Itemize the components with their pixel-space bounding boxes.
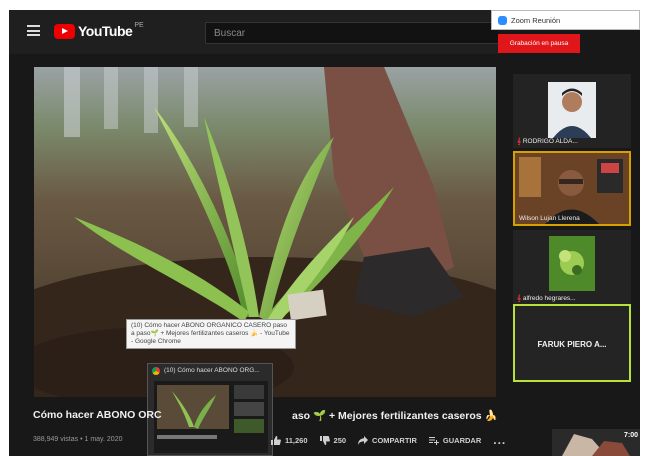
share-button[interactable]: COMPARTIR — [358, 435, 417, 445]
menu-icon[interactable] — [27, 25, 40, 36]
preview-image — [154, 381, 268, 453]
participant-video — [513, 74, 631, 148]
participant-tile-spotlight[interactable]: Wilson Lujan Llerena — [513, 151, 631, 226]
next-video-thumbnail[interactable]: 7:00 — [552, 429, 640, 456]
save-label: GUARDAR — [442, 435, 482, 445]
save-button[interactable]: GUARDAR — [428, 435, 482, 445]
video-title-left: Cómo hacer ABONO ORC — [33, 409, 162, 421]
youtube-logo-text: YouTube — [78, 23, 133, 39]
screen: YouTube PE Buscar (10) Cómo hacer ABONO … — [9, 10, 640, 456]
like-button[interactable]: 11,260 — [271, 435, 308, 445]
participant-video — [513, 230, 631, 305]
window-tooltip: (10) Cómo hacer ABONO ORGANICO CASERO pa… — [126, 319, 296, 349]
taskbar-window-preview[interactable]: (10) Cómo hacer ABONO ORG... — [147, 363, 273, 456]
search-placeholder: Buscar — [214, 28, 246, 39]
share-label: COMPARTIR — [372, 435, 417, 445]
share-icon — [358, 435, 369, 445]
zoom-window-title-bar[interactable]: Zoom Reunión — [491, 10, 640, 30]
thumbs-down-icon — [319, 435, 330, 445]
preview-title: (10) Cómo hacer ABONO ORG... — [164, 367, 260, 374]
video-title-right: aso 🌱 + Mejores fertilizantes caseros 🍌 — [292, 410, 498, 422]
participant-name: Wilson Lujan Llerena — [519, 215, 580, 222]
youtube-header: YouTube PE Buscar — [9, 10, 499, 54]
video-metadata: 388,949 vistas • 1 may. 2020 — [33, 436, 123, 443]
recording-status-badge[interactable]: Grabación en pausa — [498, 34, 580, 53]
like-count: 11,260 — [285, 435, 308, 445]
muted-mic-icon: 𝄞 — [517, 138, 521, 145]
thumbs-up-icon — [271, 435, 281, 445]
video-actions: 11,260 250 COMPARTIR GUARDAR ... — [271, 433, 506, 447]
participant-name: FARUK PIERO A... — [537, 340, 607, 349]
participant-tile-active-speaker[interactable]: FARUK PIERO A... — [513, 304, 631, 382]
youtube-play-icon — [54, 23, 75, 39]
participant-tile[interactable]: 𝄞 RODRIGO ALDA... — [513, 74, 631, 148]
dislike-count: 250 — [333, 435, 347, 445]
video-title: Cómo hacer ABONO ORC aso 🌱 + Mejores fer… — [33, 409, 498, 422]
dislike-button[interactable]: 250 — [319, 435, 347, 445]
zoom-window-title: Zoom Reunión — [511, 16, 561, 25]
participant-name: 𝄞 RODRIGO ALDA... — [517, 138, 578, 145]
participant-video — [515, 153, 629, 224]
muted-mic-icon: 𝄞 — [517, 295, 521, 302]
more-options-button[interactable]: ... — [493, 433, 506, 447]
participant-name: 𝄞 alfredo hegrares... — [517, 295, 576, 302]
youtube-country-code: PE — [134, 21, 144, 29]
playlist-add-icon — [428, 436, 439, 445]
video-duration: 7:00 — [623, 432, 638, 439]
youtube-logo[interactable]: YouTube PE — [54, 21, 144, 39]
participant-tile[interactable]: 𝄞 alfredo hegrares... — [513, 230, 631, 305]
zoom-icon — [498, 16, 507, 25]
search-input[interactable]: Buscar — [205, 22, 499, 44]
chrome-icon — [152, 366, 160, 375]
